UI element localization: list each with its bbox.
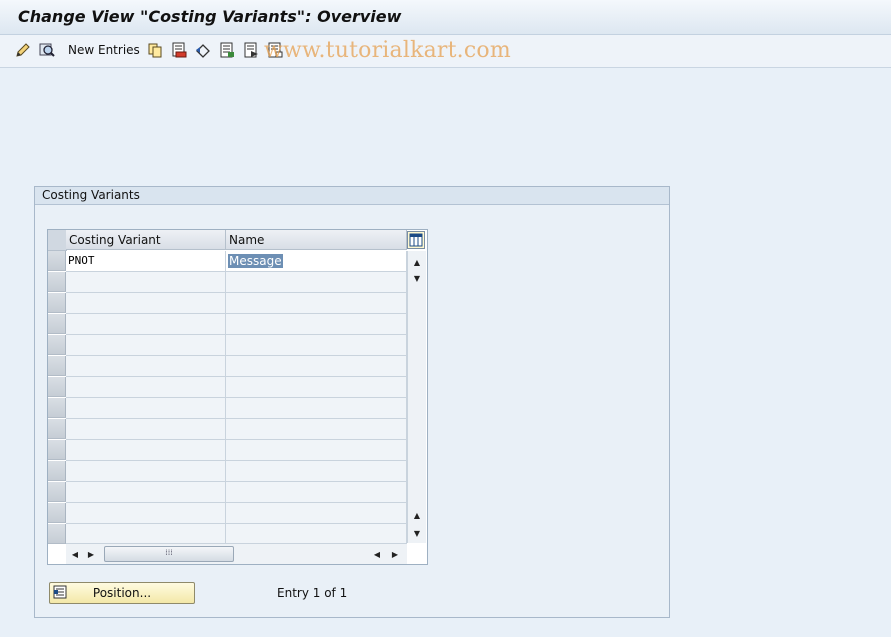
scroll-up-icon[interactable]: ▲ [412,257,422,267]
row-selector[interactable] [48,482,66,502]
row-selector[interactable] [48,272,66,292]
application-toolbar: New Entries www.tutorialkart.com [0,35,891,68]
select-all-rows-button[interactable] [48,230,67,251]
name-cell[interactable] [226,503,407,524]
row-selector[interactable] [48,398,66,418]
position-button-label: Position... [92,586,152,600]
name-cell[interactable] [226,524,407,545]
row-selector[interactable] [48,440,66,460]
name-cell[interactable] [226,335,407,356]
costing-variants-table: Costing Variant Name PNOT Message ▲ ▼ ▲ ▼… [47,229,428,565]
costing-variant-cell[interactable] [66,524,226,545]
row-selector[interactable] [48,377,66,397]
row-selector[interactable] [48,419,66,439]
name-cell[interactable] [226,419,407,440]
name-cell[interactable]: Message [226,251,407,272]
new-entries-button[interactable]: New Entries [68,43,140,57]
name-cell[interactable] [226,377,407,398]
costing-variant-cell[interactable] [66,335,226,356]
costing-variant-cell[interactable] [66,293,226,314]
costing-variant-cell[interactable] [66,398,226,419]
row-selector[interactable] [48,356,66,376]
row-selector[interactable] [48,293,66,313]
select-block-icon[interactable] [242,41,260,59]
name-cell[interactable] [226,293,407,314]
horizontal-scroll-thumb[interactable]: ⁞⁞⁞ [104,546,234,562]
select-all-icon[interactable] [218,41,236,59]
entry-count-text: Entry 1 of 1 [277,586,348,600]
name-cell[interactable] [226,461,407,482]
title-bar: Change View "Costing Variants": Overview [0,0,891,35]
details-icon[interactable] [38,41,56,59]
costing-variant-cell[interactable] [66,503,226,524]
costing-variant-cell[interactable] [66,377,226,398]
costing-variant-cell[interactable] [66,461,226,482]
name-cell[interactable] [226,398,407,419]
scroll-down-icon[interactable]: ▼ [412,273,422,283]
horizontal-scrollbar[interactable]: ◀ ▶ ⁞⁞⁞ ◀ ▶ [66,543,407,564]
delete-icon[interactable] [170,41,188,59]
costing-variant-cell[interactable] [66,419,226,440]
row-selector[interactable] [48,251,66,271]
watermark-text: www.tutorialkart.com [264,38,511,63]
row-selector[interactable] [48,503,66,523]
row-selector[interactable] [48,314,66,334]
scroll-page-up-icon[interactable]: ▲ [412,510,422,520]
costing-variant-cell[interactable] [66,440,226,461]
costing-variant-cell[interactable] [66,356,226,377]
name-cell[interactable] [226,440,407,461]
name-cell[interactable] [226,482,407,503]
scroll-page-down-icon[interactable]: ▼ [412,528,422,538]
page-title: Change View "Costing Variants": Overview [18,7,402,26]
scroll-far-left-icon[interactable]: ◀ [372,549,382,559]
costing-variant-cell[interactable] [66,272,226,293]
row-selector[interactable] [48,335,66,355]
scroll-far-right-icon[interactable]: ▶ [390,549,400,559]
column-header-name[interactable]: Name [226,230,407,250]
vertical-scrollbar[interactable]: ▲ ▼ ▲ ▼ [407,251,426,543]
costing-variants-panel: Costing Variants Costing Variant Name PN… [34,186,670,618]
costing-variant-cell[interactable]: PNOT [66,251,226,272]
costing-variant-cell[interactable] [66,482,226,503]
costing-variant-cell[interactable] [66,314,226,335]
display-change-icon[interactable] [14,41,32,59]
selected-text: Message [228,254,283,268]
panel-title: Costing Variants [35,187,669,205]
name-cell[interactable] [226,356,407,377]
copy-icon[interactable] [146,41,164,59]
column-header-costing-variant[interactable]: Costing Variant [66,230,226,250]
position-button[interactable]: Position... [49,582,195,604]
undo-change-icon[interactable] [194,41,212,59]
scroll-right-icon[interactable]: ▶ [86,549,96,559]
name-cell[interactable] [226,272,407,293]
name-cell[interactable] [226,314,407,335]
row-selector[interactable] [48,461,66,481]
row-selector[interactable] [48,524,66,544]
scroll-left-icon[interactable]: ◀ [70,549,80,559]
table-settings-icon[interactable] [407,231,425,249]
